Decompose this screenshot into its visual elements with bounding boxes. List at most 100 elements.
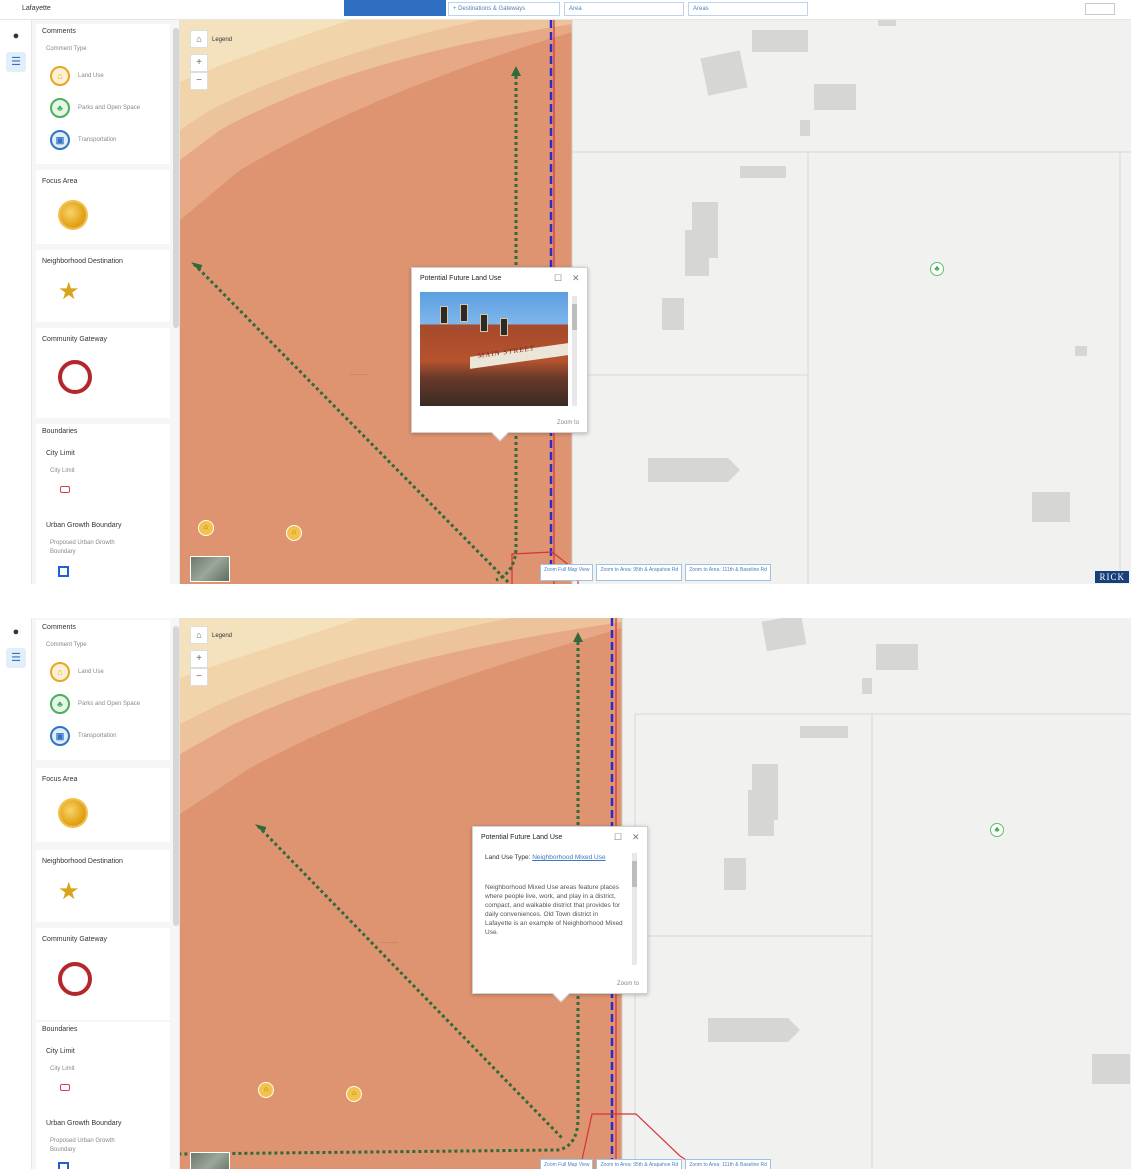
layers-icon[interactable]: ● [6,26,26,46]
maximize-icon[interactable]: ☐ [614,832,622,843]
legend-card-neighborhood-destination: Neighborhood Destination ★ [36,250,170,322]
map-view[interactable]: ········· ⌂ Legend + − ⌂ ⌂ ♣ Zoom Full M… [180,618,1131,1169]
close-icon[interactable]: ✕ [572,273,580,284]
tree-icon: ♣ [50,694,70,714]
home-button[interactable]: ⌂ [190,626,208,644]
popup-zoom-to-button[interactable]: Zoom to [617,981,639,987]
map-canvas[interactable]: ········· [180,618,1131,1169]
popup-field: Land Use Type: Neighborhood Mixed Use [485,853,623,862]
map-canvas[interactable]: ········· [180,20,1131,584]
zoom-in-button[interactable]: + [190,650,208,668]
zoom-area-1-button[interactable]: Zoom to Area: 95th & Arapahoe Rd [596,1159,683,1169]
legend-title-neighborhood-destination: Neighborhood Destination [42,858,123,865]
city-limit-symbol [60,486,70,493]
close-icon[interactable]: ✕ [632,832,640,843]
popup-field-value-link[interactable]: Neighborhood Mixed Use [532,854,605,861]
zoom-out-button[interactable]: − [190,668,208,686]
legend-subtitle-comment-type: Comment Type [46,46,87,52]
legend-scrollbar[interactable] [173,28,179,328]
legend-title-city-limit: City Limit [46,450,75,457]
popup-zoom-to-button[interactable]: Zoom to [557,420,579,426]
star-icon: ★ [58,878,80,905]
zoom-full-map-button[interactable]: Zoom Full Map View [540,564,594,581]
screenshot-bottom: ● ☰ Comments Comment Type ⌂ Land Use ♣ P… [0,618,1131,1169]
ugb-symbol [58,566,69,577]
legend-label-parks: Parks and Open Space [78,105,141,111]
zoom-area-2-button[interactable]: Zoom to Area: 111th & Baseline Rd [685,564,771,581]
legend-card-comments: Comments Comment Type ⌂ Land Use ♣ Parks… [36,24,170,164]
zoom-full-map-button[interactable]: Zoom Full Map View [540,1159,594,1169]
header-primary-button[interactable] [344,0,446,16]
legend-title-city-limit: City Limit [46,1048,75,1055]
city-limit-symbol [60,1084,70,1091]
watermark-logo: RICK [1095,571,1129,583]
feature-popup: Potential Future Land Use ☐ ✕ MAIN STREE… [411,267,588,442]
focus-area-symbol [60,800,86,826]
header-tab-area[interactable]: Area [564,2,684,16]
legend-icon[interactable]: ☰ [6,52,26,72]
header-tab-areas[interactable]: Areas [688,2,808,16]
legend-label-city-limit: City Limit [50,468,75,474]
side-rail: ● ☰ [0,20,32,584]
popup-title: Potential Future Land Use [420,275,502,282]
zoom-area-2-button[interactable]: Zoom to Area: 111th & Baseline Rd [685,1159,771,1169]
popup-field-label: Land Use Type: [485,854,531,861]
land-use-comment-pin[interactable]: ⌂ [258,1082,274,1098]
legend-card-comments: Comments Comment Type ⌂ Land Use ♣ Parks… [36,620,170,760]
zoom-out-button[interactable]: − [190,72,208,90]
legend-subtitle-comment-type: Comment Type [46,642,87,648]
legend-card-focus-area: Focus Area [36,768,170,842]
side-rail: ● ☰ [0,618,32,1169]
legend-card-boundaries: Boundaries City Limit City Limit Urban G… [36,1022,170,1169]
legend-card-boundaries: Boundaries City Limit City Limit Urban G… [36,424,170,584]
basemap-toggle-thumbnail[interactable] [190,1152,230,1169]
legend-panel: Comments Comment Type ⌂ Land Use ♣ Parks… [32,618,180,1169]
header-tab-destinations[interactable]: + Destinations & Gateways [448,2,560,16]
bus-icon: ▣ [50,726,70,746]
land-use-comment-pin[interactable]: ⌂ [286,525,302,541]
zoom-to-strip: Zoom Full Map View Zoom to Area: 95th & … [540,1159,771,1169]
home-button[interactable]: ⌂ [190,30,208,48]
basemap-toggle-thumbnail[interactable] [190,556,230,582]
popup-scrollbar[interactable] [572,296,577,406]
legend-label-city-limit: City Limit [50,1066,75,1072]
screenshot-top: Lafayette + Destinations & Gateways Area… [0,0,1131,584]
zoom-area-1-button[interactable]: Zoom to Area: 95th & Arapahoe Rd [596,564,683,581]
land-use-comment-pin[interactable]: ⌂ [346,1086,362,1102]
ugb-symbol [58,1162,69,1169]
park-comment-pin[interactable]: ♣ [990,823,1004,837]
popup-scrollbar[interactable] [632,853,637,965]
park-comment-pin[interactable]: ♣ [930,262,944,276]
legend-label-transportation: Transportation [78,137,117,143]
map-corner-label: Legend [212,633,233,639]
legend-title-ugb: Urban Growth Boundary [46,522,122,529]
legend-label-transportation: Transportation [78,733,117,739]
legend-label-land-use: Land Use [78,669,104,675]
map-zone-label: ········· [380,940,398,946]
zoom-in-button[interactable]: + [190,54,208,72]
legend-title-focus-area: Focus Area [42,178,78,185]
legend-title-focus-area: Focus Area [42,776,78,783]
legend-card-neighborhood-destination: Neighborhood Destination ★ [36,850,170,922]
legend-label-ugb-line1: Proposed Urban Growth [50,540,115,546]
map-view[interactable]: ········· ⌂ Legend + − ⌂ ⌂ ♣ Zoom Full M… [180,20,1131,584]
app-title: Lafayette [22,5,51,12]
home-icon: ⌂ [50,662,70,682]
legend-card-community-gateway: Community Gateway [36,928,170,1020]
home-icon: ⌂ [50,66,70,86]
legend-card-community-gateway: Community Gateway [36,328,170,418]
header-corner-button[interactable] [1085,3,1115,15]
legend-icon[interactable]: ☰ [6,648,26,668]
popup-title: Potential Future Land Use [481,834,563,841]
layers-icon[interactable]: ● [6,622,26,642]
star-icon: ★ [58,278,80,305]
maximize-icon[interactable]: ☐ [554,273,562,284]
tree-icon: ♣ [50,98,70,118]
legend-scrollbar[interactable] [173,626,179,926]
legend-title-ugb: Urban Growth Boundary [46,1120,122,1127]
legend-label-parks: Parks and Open Space [78,701,141,707]
legend-label-ugb-line1: Proposed Urban Growth [50,1138,115,1144]
land-use-comment-pin[interactable]: ⌂ [198,520,214,536]
gateway-ring-symbol [58,962,92,996]
popup-description: Neighborhood Mixed Use areas feature pla… [485,884,623,936]
